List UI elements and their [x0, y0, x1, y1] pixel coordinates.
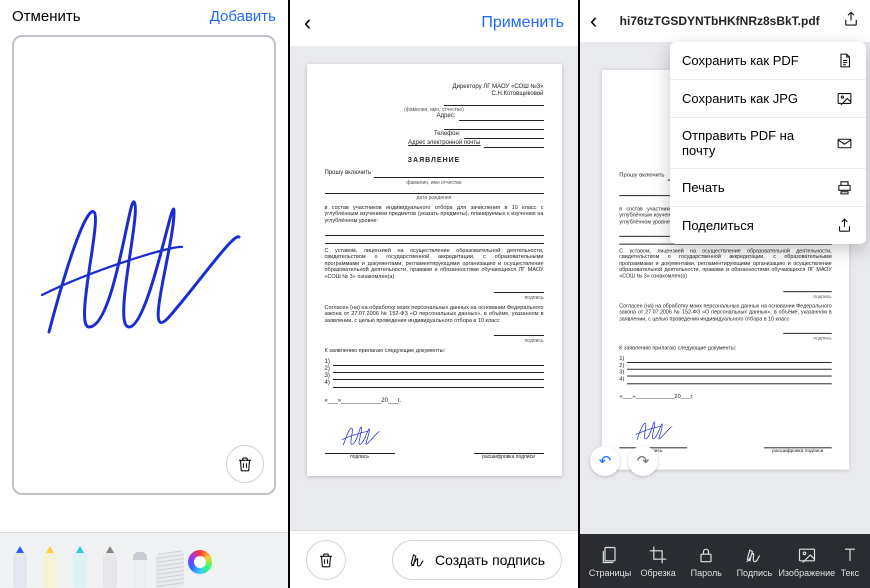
filename-label: hi76tzTGSDYNTbHKfNRz8sBkT.pdf: [603, 14, 836, 28]
add-button[interactable]: Добавить: [210, 8, 276, 25]
signature-icon: [409, 551, 427, 569]
delete-signature-button[interactable]: [226, 445, 264, 483]
tab-pages[interactable]: Страницы: [586, 545, 634, 578]
eraser-tool[interactable]: [126, 544, 154, 588]
marker-yellow-tool[interactable]: [36, 544, 64, 588]
signature-stroke: [34, 177, 244, 357]
pen-aqua-tool[interactable]: [66, 544, 94, 588]
color-picker-tool[interactable]: [186, 544, 214, 588]
tab-label: Подпись: [737, 568, 773, 578]
text-icon: [840, 545, 860, 565]
menu-item-label: Сохранить как PDF: [682, 53, 799, 68]
image-icon: [797, 545, 817, 565]
export-icon: [842, 10, 860, 28]
trash-icon: [317, 551, 335, 569]
print-icon: [834, 179, 854, 196]
menu-print[interactable]: Печать: [670, 169, 866, 207]
editor-tabbar: Страницы Обрезка Пароль Подпись Изображе…: [580, 534, 870, 588]
menu-item-label: Сохранить как JPG: [682, 91, 798, 106]
menu-share[interactable]: Поделиться: [670, 207, 866, 244]
document-preview[interactable]: Директору ЛГ МАОУ «СОШ №3» С.Н.Котовщико…: [307, 64, 562, 476]
undo-button[interactable]: ↶: [590, 446, 620, 476]
menu-item-label: Отправить PDF на почту: [682, 128, 822, 158]
back-button[interactable]: ‹: [590, 8, 597, 34]
signature-canvas[interactable]: [12, 35, 276, 495]
cancel-button[interactable]: Отменить: [12, 8, 81, 25]
share-icon: [834, 217, 854, 234]
file-icon: [834, 52, 854, 69]
export-button[interactable]: [842, 10, 860, 33]
tab-label: Страницы: [589, 568, 631, 578]
drawing-toolbar: [0, 532, 288, 588]
ruler-tool[interactable]: [156, 544, 184, 588]
tab-text[interactable]: Текст: [835, 545, 864, 578]
menu-item-label: Печать: [682, 180, 725, 195]
menu-save-jpg[interactable]: Сохранить как JPG: [670, 80, 866, 118]
back-button[interactable]: ‹: [304, 10, 311, 36]
tab-image[interactable]: Изображение: [778, 545, 835, 578]
trash-icon: [236, 455, 254, 473]
tab-signature[interactable]: Подпись: [730, 545, 778, 578]
menu-send-email[interactable]: Отправить PDF на почту: [670, 118, 866, 169]
pages-icon: [600, 545, 620, 565]
create-signature-label: Создать подпись: [435, 552, 545, 568]
menu-save-pdf[interactable]: Сохранить как PDF: [670, 42, 866, 80]
pen-blue-tool[interactable]: [6, 544, 34, 588]
tab-label: Изображение: [778, 568, 835, 578]
lock-icon: [696, 545, 716, 565]
tab-label: Обрезка: [641, 568, 676, 578]
share-menu: Сохранить как PDF Сохранить как JPG Отпр…: [670, 42, 866, 244]
tab-password[interactable]: Пароль: [682, 545, 730, 578]
placed-signature: [340, 421, 380, 449]
create-signature-button[interactable]: Создать подпись: [392, 540, 562, 580]
doc-recipient: Директору ЛГ МАОУ «СОШ №3» С.Н.Котовщико…: [325, 84, 544, 149]
crop-icon: [648, 545, 668, 565]
mail-icon: [834, 135, 854, 152]
tab-label: Текст: [841, 568, 859, 578]
apply-button[interactable]: Применить: [481, 14, 564, 32]
image-icon: [834, 90, 854, 107]
signature-icon: [744, 545, 764, 565]
tab-label: Пароль: [691, 568, 722, 578]
menu-item-label: Поделиться: [682, 218, 754, 233]
redo-button[interactable]: ↷: [628, 446, 658, 476]
delete-button[interactable]: [306, 540, 346, 580]
pencil-tool[interactable]: [96, 544, 124, 588]
doc-title: ЗАЯВЛЕНИЕ: [325, 157, 544, 165]
tab-crop[interactable]: Обрезка: [634, 545, 682, 578]
